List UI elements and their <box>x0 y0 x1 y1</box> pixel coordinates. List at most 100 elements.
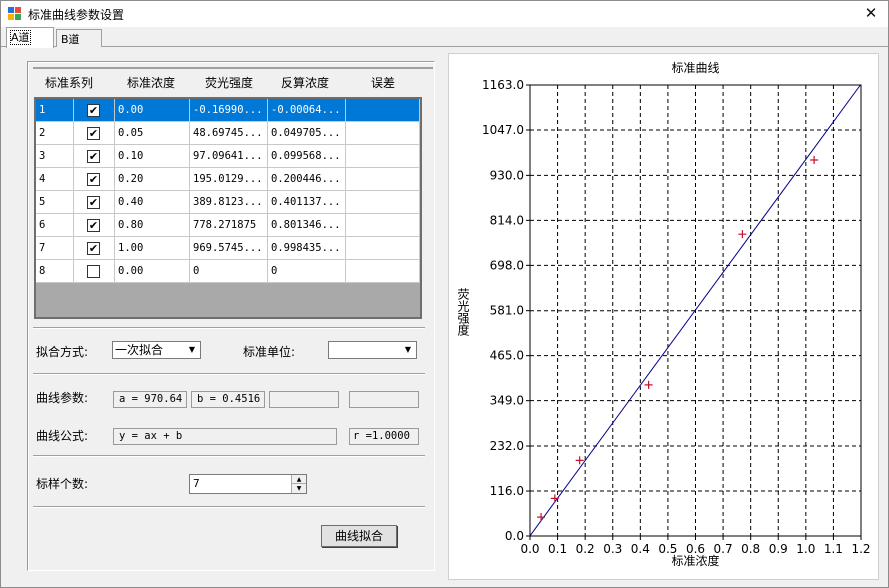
table-row[interactable]: 8 0.00 0 0 <box>36 260 420 283</box>
table-row[interactable]: 6 ✔ 0.80 778.271875 0.801346... <box>36 214 420 237</box>
window-title: 标准曲线参数设置 <box>28 8 125 22</box>
cell-fluor[interactable]: -0.16990... <box>190 99 268 122</box>
cell-no[interactable]: 8 <box>36 260 74 283</box>
row-checkbox[interactable]: ✔ <box>87 196 100 209</box>
header-concentration: 标准浓度 <box>126 76 175 90</box>
cell-calc[interactable]: 0.099568... <box>268 145 346 168</box>
cell-no[interactable]: 7 <box>36 237 74 260</box>
row-checkbox[interactable]: ✔ <box>87 127 100 140</box>
cell-calc[interactable]: 0.200446... <box>268 168 346 191</box>
spin-down-icon[interactable]: ▼ <box>291 484 306 493</box>
header-error: 误差 <box>370 76 395 90</box>
param-c-field[interactable] <box>269 391 339 408</box>
y-tick-label: 1163.0 <box>482 78 524 92</box>
cell-no[interactable]: 1 <box>36 99 74 122</box>
cell-err[interactable] <box>346 260 420 283</box>
table-row[interactable]: 1 ✔ 0.00 -0.16990... -0.00064... <box>36 99 420 122</box>
table-row[interactable]: 3 ✔ 0.10 97.09641... 0.099568... <box>36 145 420 168</box>
cell-err[interactable] <box>346 122 420 145</box>
cell-calc[interactable]: 0 <box>268 260 346 283</box>
standards-table[interactable]: 1 ✔ 0.00 -0.16990... -0.00064... 2 ✔ 0.05 48.697… <box>34 97 422 319</box>
row-checkbox-cell[interactable]: ✔ <box>74 99 115 122</box>
cell-fluor[interactable]: 48.69745... <box>190 122 268 145</box>
cell-fluor[interactable]: 778.271875 <box>190 214 268 237</box>
param-b-field[interactable]: b = 0.4516 <box>191 391 265 408</box>
cell-conc[interactable]: 0.05 <box>115 122 190 145</box>
cell-calc[interactable]: 0.998435... <box>268 237 346 260</box>
row-checkbox-cell[interactable]: ✔ <box>74 214 115 237</box>
row-checkbox-cell[interactable]: ✔ <box>74 122 115 145</box>
unit-select[interactable]: ▼ <box>328 341 417 359</box>
param-d-field[interactable] <box>349 391 419 408</box>
y-axis-label: 荧光强度 <box>456 288 470 336</box>
cell-conc[interactable]: 1.00 <box>115 237 190 260</box>
cell-no[interactable]: 3 <box>36 145 74 168</box>
cell-calc[interactable]: 0.049705... <box>268 122 346 145</box>
y-tick-label: 116.0 <box>490 484 524 498</box>
spin-up-icon[interactable]: ▲ <box>291 475 306 484</box>
header-series: 标准系列 <box>44 76 93 90</box>
cell-fluor[interactable]: 0 <box>190 260 268 283</box>
cell-no[interactable]: 2 <box>36 122 74 145</box>
x-tick-label: 0.0 <box>520 542 539 556</box>
row-checkbox-cell[interactable]: ✔ <box>74 168 115 191</box>
row-checkbox-cell[interactable]: ✔ <box>74 145 115 168</box>
fit-method-select[interactable]: 一次拟合 ▼ <box>112 341 201 359</box>
cell-err[interactable] <box>346 214 420 237</box>
param-a-field[interactable]: a = 970.64 <box>113 391 187 408</box>
table-row[interactable]: 4 ✔ 0.20 195.0129... 0.200446... <box>36 168 420 191</box>
cell-fluor[interactable]: 969.5745... <box>190 237 268 260</box>
cell-err[interactable] <box>346 191 420 214</box>
x-tick-label: 0.2 <box>576 542 595 556</box>
title-bar[interactable]: 标准曲线参数设置 ✕ <box>1 1 888 27</box>
cell-conc[interactable]: 0.00 <box>115 99 190 122</box>
row-checkbox-cell[interactable]: ✔ <box>74 191 115 214</box>
y-tick-label: 1047.0 <box>482 123 524 137</box>
tab-b[interactable]: B道 <box>56 29 102 47</box>
row-checkbox-cell[interactable]: ✔ <box>74 237 115 260</box>
y-tick-label: 581.0 <box>490 304 524 318</box>
cell-calc[interactable]: 0.801346... <box>268 214 346 237</box>
row-checkbox[interactable]: ✔ <box>87 173 100 186</box>
row-checkbox[interactable]: ✔ <box>87 219 100 232</box>
y-tick-label: 814.0 <box>490 213 524 227</box>
cell-conc[interactable]: 0.10 <box>115 145 190 168</box>
table-row[interactable]: 7 ✔ 1.00 969.5745... 0.998435... <box>36 237 420 260</box>
tab-a[interactable]: A道 <box>6 27 54 48</box>
divider <box>33 327 425 329</box>
cell-no[interactable]: 4 <box>36 168 74 191</box>
y-tick-label: 698.0 <box>490 258 524 272</box>
data-point <box>810 155 819 164</box>
fit-method-value: 一次拟合 <box>115 343 164 357</box>
table-row[interactable]: 5 ✔ 0.40 389.8123... 0.401137... <box>36 191 420 214</box>
row-checkbox[interactable]: ✔ <box>87 242 100 255</box>
row-checkbox-cell[interactable] <box>74 260 115 283</box>
cell-conc[interactable]: 0.20 <box>115 168 190 191</box>
row-checkbox[interactable] <box>87 265 100 278</box>
cell-conc[interactable]: 0.80 <box>115 214 190 237</box>
table-row[interactable]: 2 ✔ 0.05 48.69745... 0.049705... <box>36 122 420 145</box>
cell-no[interactable]: 6 <box>36 214 74 237</box>
standard-curve-chart: 0.0 0.1 0.2 0.3 0.4 0.5 0.6 0.7 0.8 0.9 1.0 1.1 1.2 0… <box>448 53 879 580</box>
row-checkbox[interactable]: ✔ <box>87 150 100 163</box>
close-icon[interactable]: ✕ <box>857 2 885 24</box>
r-value-field[interactable]: r =1.0000 <box>349 428 419 445</box>
x-tick-label: 1.1 <box>824 542 843 556</box>
cell-calc[interactable]: -0.00064... <box>268 99 346 122</box>
curve-fit-button[interactable]: 曲线拟合 <box>321 525 397 547</box>
cell-conc[interactable]: 0.00 <box>115 260 190 283</box>
row-checkbox[interactable]: ✔ <box>87 104 100 117</box>
cell-no[interactable]: 5 <box>36 191 74 214</box>
cell-fluor[interactable]: 195.0129... <box>190 168 268 191</box>
cell-conc[interactable]: 0.40 <box>115 191 190 214</box>
cell-fluor[interactable]: 97.09641... <box>190 145 268 168</box>
cell-err[interactable] <box>346 99 420 122</box>
dialog-window: 标准曲线参数设置 ✕ A道 B道 标准系列 标准浓度 荧光强度 反算浓度 误差 … <box>0 0 889 588</box>
cell-fluor[interactable]: 389.8123... <box>190 191 268 214</box>
sample-count-stepper[interactable]: 7 ▲ ▼ <box>189 474 307 494</box>
cell-err[interactable] <box>346 237 420 260</box>
cell-calc[interactable]: 0.401137... <box>268 191 346 214</box>
formula-field[interactable]: y = ax + b <box>113 428 337 445</box>
cell-err[interactable] <box>346 145 420 168</box>
cell-err[interactable] <box>346 168 420 191</box>
